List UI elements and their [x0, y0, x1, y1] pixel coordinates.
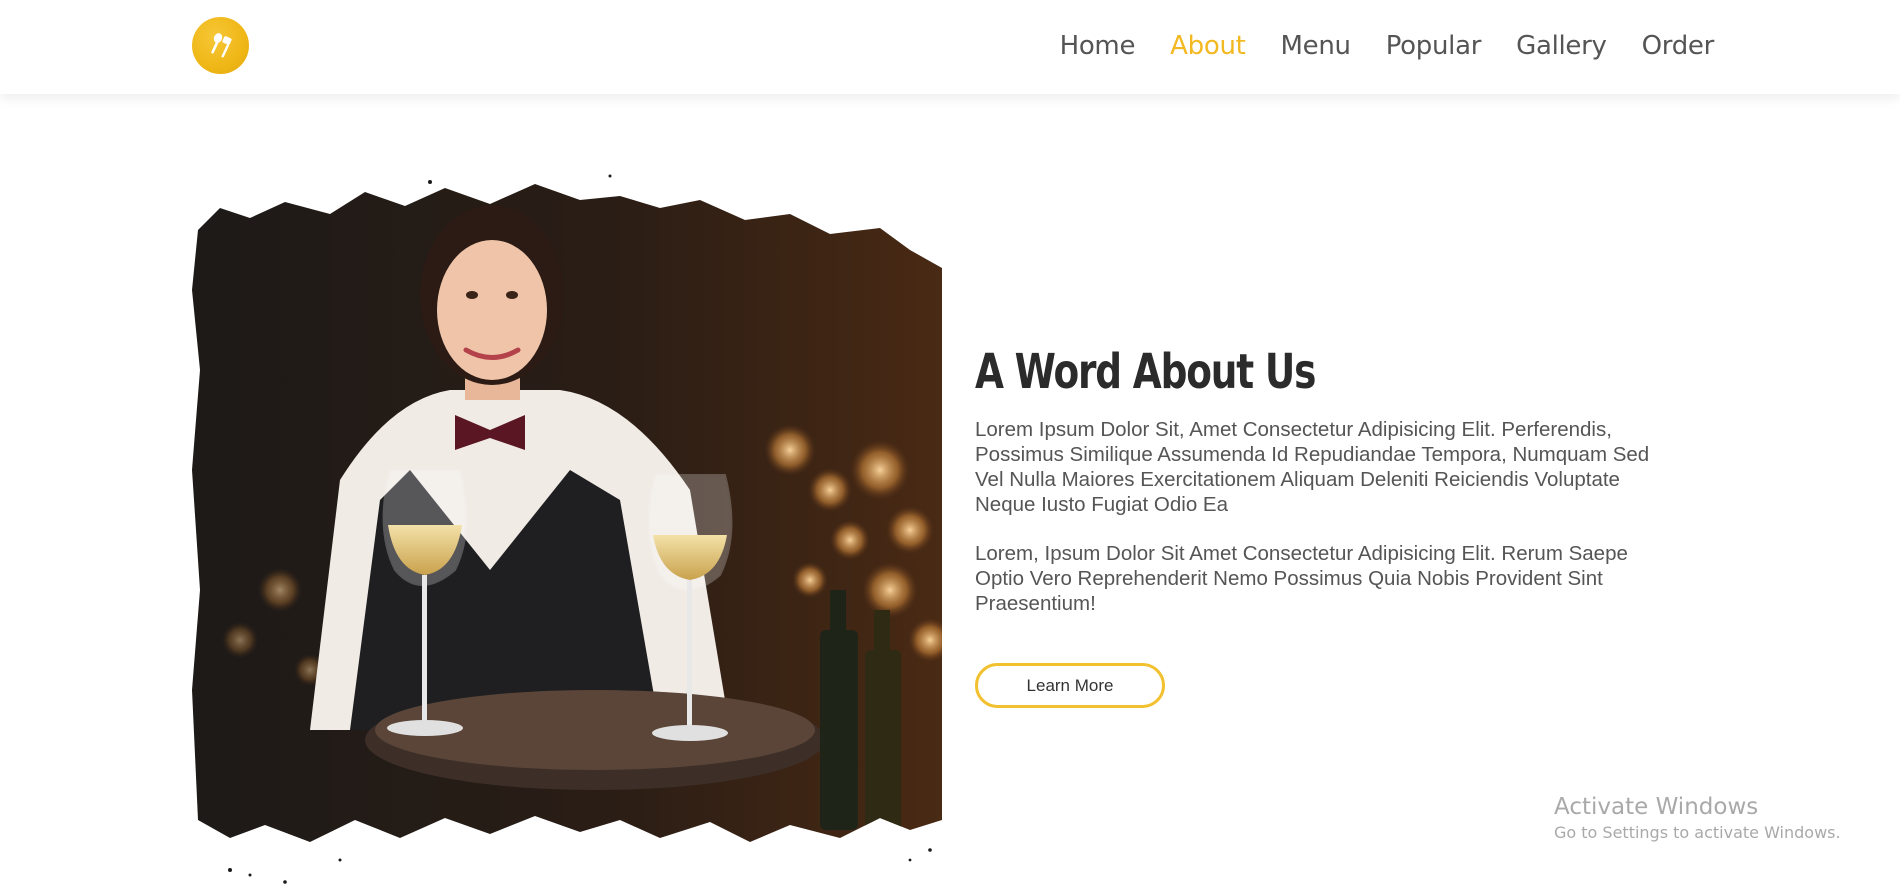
activate-windows-watermark: Activate Windows Go to Settings to activ… [1554, 792, 1884, 844]
about-paragraph-1: Lorem Ipsum Dolor Sit, Amet Consectetur … [975, 418, 1650, 516]
watermark-title: Activate Windows [1554, 794, 1759, 820]
nav-order[interactable]: Order [1642, 31, 1715, 61]
about-paragraph-2: Lorem, Ipsum Dolor Sit Amet Consectetur … [975, 542, 1628, 615]
nav-menu[interactable]: Menu [1281, 31, 1351, 61]
waitress-photo [192, 174, 942, 884]
logo[interactable] [192, 17, 249, 74]
site-header: Home About Menu Popular Gallery Order [0, 0, 1900, 94]
learn-more-button[interactable]: Learn More [975, 663, 1165, 708]
about-section: A Word About Us Lorem Ipsum Dolor Sit, A… [975, 340, 1675, 708]
nav-home[interactable]: Home [1060, 31, 1136, 61]
watermark-subtitle: Go to Settings to activate Windows. [1554, 823, 1841, 842]
about-image [190, 170, 952, 885]
nav-popular[interactable]: Popular [1386, 31, 1482, 61]
about-title: A Word About Us [975, 344, 1316, 400]
main-nav: Home About Menu Popular Gallery Order [1060, 26, 1715, 66]
utensils-icon [210, 32, 232, 57]
nav-about[interactable]: About [1170, 31, 1246, 61]
nav-gallery[interactable]: Gallery [1516, 31, 1607, 61]
